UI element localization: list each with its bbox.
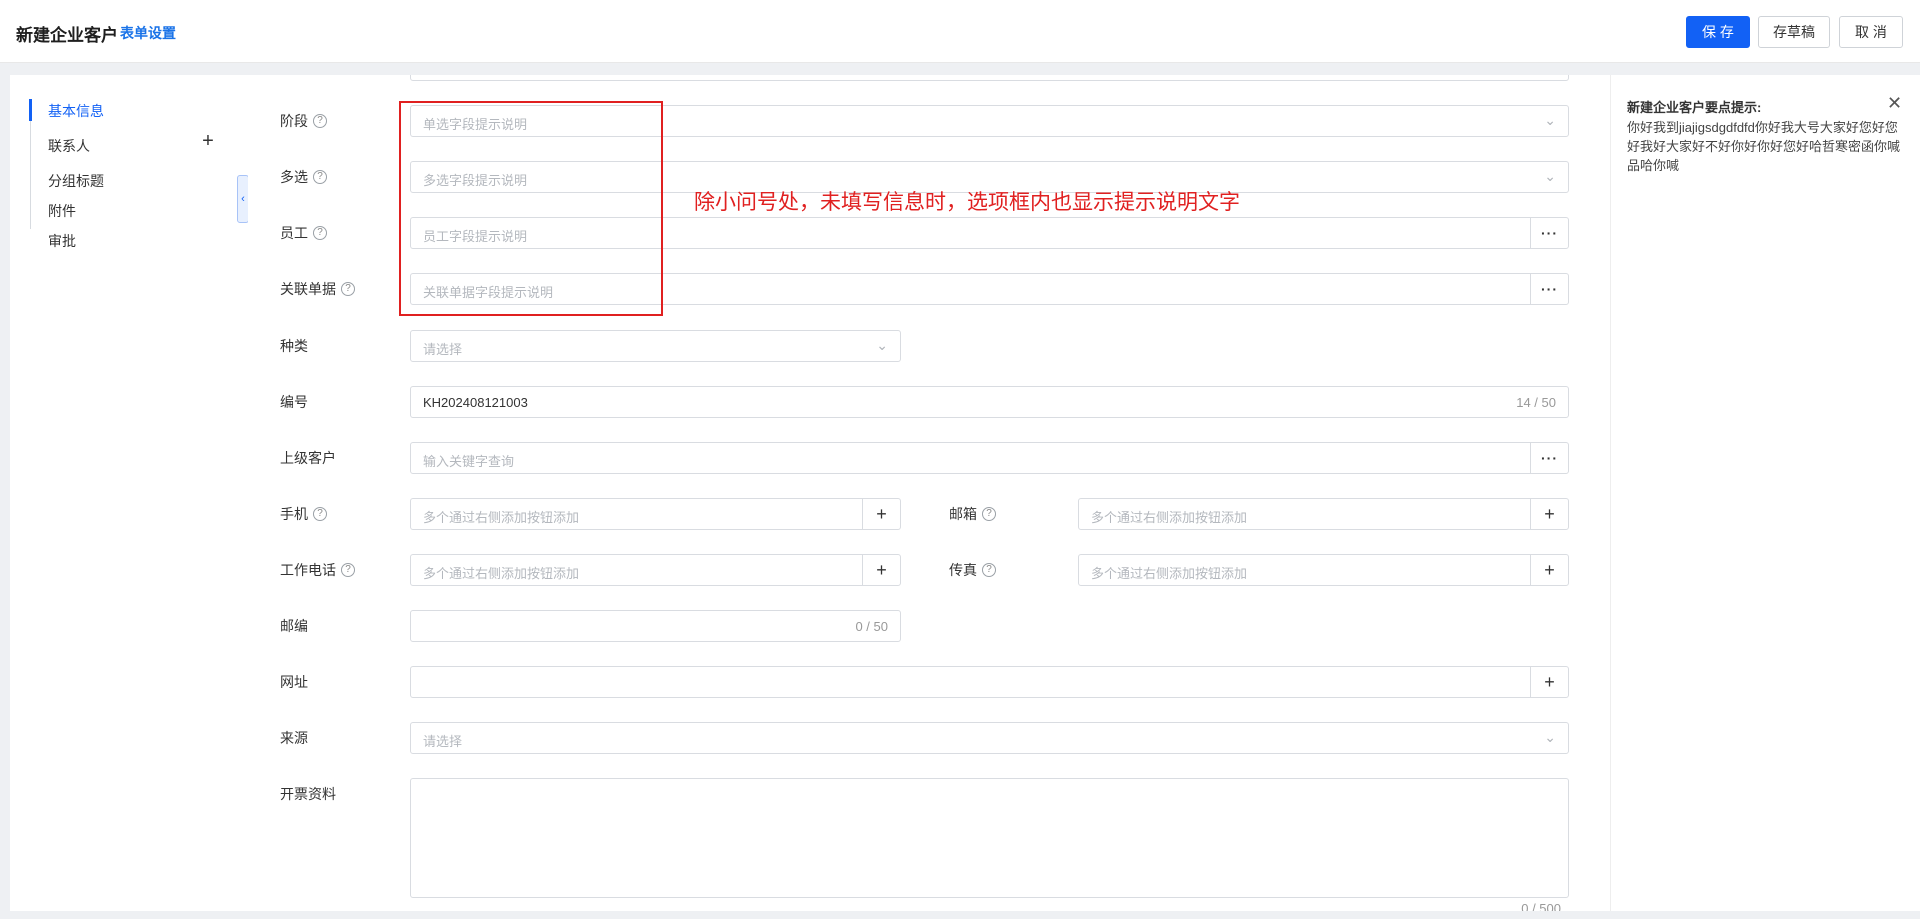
form-settings-link[interactable]: 表单设置 (120, 23, 176, 43)
nav-item-attachments[interactable]: 附件 (48, 201, 76, 221)
more-dots-icon[interactable]: ··· (1530, 218, 1568, 248)
add-plus-icon[interactable]: + (1530, 499, 1568, 529)
top-bar: 新建企业客户 表单设置 保 存 存草稿 取 消 (0, 0, 1920, 63)
save-button[interactable]: 保 存 (1686, 16, 1750, 48)
parent-customer-label: 上级客户 (280, 450, 336, 466)
help-question-icon[interactable]: ? (313, 507, 327, 521)
number-label: 编号 (280, 394, 308, 410)
website-input[interactable]: + (410, 666, 1569, 698)
tips-panel: 新建企业客户要点提示: ✕ 你好我到jiajigsdgdfdfd你好我大号大家好… (1610, 75, 1920, 911)
category-select[interactable]: 请选择 ⌄ (410, 330, 901, 362)
employee-label: 员工? (280, 217, 327, 249)
help-question-icon[interactable]: ? (982, 563, 996, 577)
more-dots-icon[interactable]: ··· (1530, 274, 1568, 304)
zipcode-label: 邮编 (280, 618, 308, 634)
tips-text: 你好我到jiajigsdgdfdfd你好我大号大家好您好您好我好大家好不好你好你… (1627, 120, 1901, 173)
previous-field-edge (410, 75, 1569, 81)
help-question-icon[interactable]: ? (313, 226, 327, 240)
invoice-char-count: 0 / 500 (1521, 901, 1561, 911)
annotation-box (399, 101, 663, 316)
nav-item-contacts[interactable]: 联系人 (48, 136, 90, 156)
close-icon[interactable]: ✕ (1887, 93, 1902, 114)
parent-customer-input[interactable]: 输入关键字查询 ··· (410, 442, 1569, 474)
help-question-icon[interactable]: ? (313, 114, 327, 128)
invoice-label: 开票资料 (280, 786, 336, 802)
add-plus-icon[interactable]: + (862, 499, 900, 529)
source-select[interactable]: 请选择 ⌄ (410, 722, 1569, 754)
fax-label: 传真? (949, 554, 996, 586)
source-label: 来源 (280, 730, 308, 746)
add-plus-icon[interactable]: + (1530, 555, 1568, 585)
work-phone-label: 工作电话? (280, 554, 355, 586)
help-question-icon[interactable]: ? (341, 282, 355, 296)
email-label: 邮箱? (949, 498, 996, 530)
add-contact-plus-icon[interactable]: + (198, 131, 218, 151)
nav-item-basic-info[interactable]: 基本信息 (48, 101, 104, 121)
nav-item-group-title[interactable]: 分组标题 (48, 171, 104, 191)
help-question-icon[interactable]: ? (982, 507, 996, 521)
help-question-icon[interactable]: ? (313, 170, 327, 184)
chevron-down-icon: ⌄ (1544, 729, 1556, 745)
stage-label: 阶段? (280, 105, 327, 137)
add-plus-icon[interactable]: + (862, 555, 900, 585)
annotation-text: 除小问号处，未填写信息时，选项框内也显示提示说明文字 (694, 190, 1240, 214)
section-nav: 基本信息 联系人 + 分组标题 附件 审批 (10, 75, 248, 911)
chevron-down-icon: ⌄ (1544, 168, 1556, 184)
mobile-label: 手机? (280, 498, 327, 530)
chevron-down-icon: ⌄ (1544, 112, 1556, 128)
tips-title: 新建企业客户要点提示: (1627, 100, 1762, 115)
mobile-input[interactable]: 多个通过右侧添加按钮添加 + (410, 498, 901, 530)
cancel-button[interactable]: 取 消 (1839, 16, 1903, 48)
add-plus-icon[interactable]: + (1530, 667, 1568, 697)
page-title: 新建企业客户 (16, 26, 118, 45)
email-input[interactable]: 多个通过右侧添加按钮添加 + (1078, 498, 1569, 530)
work-phone-input[interactable]: 多个通过右侧添加按钮添加 + (410, 554, 901, 586)
nav-active-indicator (29, 99, 32, 121)
linked-doc-label: 关联单据? (280, 273, 355, 305)
more-dots-icon[interactable]: ··· (1530, 443, 1568, 473)
zipcode-input[interactable]: 0 / 50 (410, 610, 901, 642)
website-label: 网址 (280, 674, 308, 690)
fax-input[interactable]: 多个通过右侧添加按钮添加 + (1078, 554, 1569, 586)
multi-label: 多选? (280, 161, 327, 193)
category-label: 种类 (280, 338, 308, 354)
invoice-textarea[interactable] (410, 778, 1569, 898)
number-input[interactable]: KH202408121003 14 / 50 (410, 386, 1569, 418)
save-draft-button[interactable]: 存草稿 (1758, 16, 1830, 48)
help-question-icon[interactable]: ? (341, 563, 355, 577)
nav-item-approval[interactable]: 审批 (48, 231, 76, 251)
chevron-down-icon: ⌄ (876, 337, 888, 353)
